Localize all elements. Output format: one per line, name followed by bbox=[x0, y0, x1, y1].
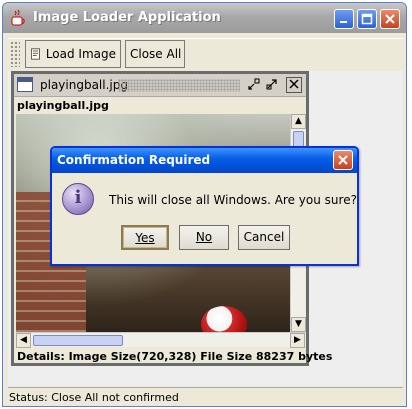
yes-label: Yes bbox=[135, 231, 155, 245]
window-icon bbox=[17, 77, 33, 92]
frame-close-button[interactable] bbox=[286, 77, 302, 93]
minimize-button[interactable] bbox=[334, 9, 354, 29]
toolbar-grip[interactable] bbox=[10, 41, 20, 67]
yes-button[interactable]: Yes bbox=[121, 225, 169, 250]
iconify-icon bbox=[248, 78, 260, 90]
dialog-message: This will close all Windows. Are you sur… bbox=[109, 193, 357, 207]
internal-frame-titlebar[interactable]: playingball.jpg bbox=[14, 74, 306, 97]
java-cup-icon bbox=[11, 9, 25, 26]
close-icon bbox=[338, 155, 348, 165]
image-details: Details: Image Size(720,328) File Size 8… bbox=[17, 350, 333, 363]
scroll-down-arrow[interactable]: ▼ bbox=[291, 317, 306, 332]
status-bar: Status: Close All not confirmed bbox=[8, 387, 403, 405]
maximize-icon bbox=[361, 13, 373, 25]
confirmation-dialog: Confirmation Required i This will close … bbox=[50, 146, 359, 266]
close-all-button[interactable]: Close All bbox=[125, 40, 185, 68]
iconify-button[interactable] bbox=[246, 77, 262, 93]
load-image-label: Load Image bbox=[45, 47, 116, 61]
app-titlebar[interactable]: Image Loader Application bbox=[3, 3, 406, 33]
titlebar-grip bbox=[118, 79, 240, 92]
close-icon bbox=[385, 14, 395, 24]
dialog-close-button[interactable] bbox=[333, 150, 353, 170]
frame-maximize-icon bbox=[266, 79, 277, 90]
horizontal-scroll-thumb[interactable] bbox=[33, 335, 123, 346]
no-button[interactable]: No bbox=[179, 225, 229, 250]
close-button[interactable] bbox=[380, 9, 400, 29]
scroll-left-arrow[interactable]: ◀ bbox=[16, 333, 31, 348]
cancel-label: Cancel bbox=[243, 230, 285, 244]
info-icon: i bbox=[62, 183, 94, 215]
load-image-button[interactable]: Load Image bbox=[25, 40, 121, 68]
maximize-button[interactable] bbox=[357, 9, 377, 29]
app-title: Image Loader Application bbox=[33, 10, 221, 25]
cancel-button[interactable]: Cancel bbox=[238, 225, 290, 250]
document-icon bbox=[31, 48, 40, 60]
status-text: Status: Close All not confirmed bbox=[9, 391, 179, 404]
internal-frame-title: playingball.jpg bbox=[40, 78, 128, 92]
scroll-up-arrow[interactable]: ▲ bbox=[291, 114, 306, 129]
horizontal-scrollbar[interactable]: ◀ ▶ bbox=[16, 332, 305, 348]
frame-close-icon bbox=[289, 79, 299, 89]
dialog-titlebar[interactable]: Confirmation Required bbox=[52, 148, 357, 173]
minimize-icon bbox=[340, 21, 347, 23]
toolbar: Load Image Close All bbox=[8, 38, 403, 68]
no-label: No bbox=[195, 230, 213, 244]
image-filename-label: playingball.jpg bbox=[17, 99, 109, 112]
dialog-title: Confirmation Required bbox=[57, 153, 211, 167]
frame-maximize-button[interactable] bbox=[264, 77, 280, 93]
photo-ball bbox=[201, 306, 247, 332]
close-all-label: Close All bbox=[130, 47, 182, 61]
scroll-right-arrow[interactable]: ▶ bbox=[290, 333, 305, 348]
